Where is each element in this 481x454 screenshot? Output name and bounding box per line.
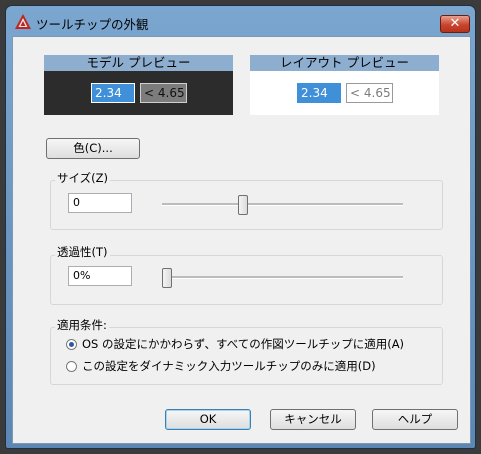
size-field[interactable]: 0 <box>68 193 132 213</box>
apply-option-dynamic-label: この設定をダイナミック入力ツールチップのみに適用(D) <box>82 359 376 373</box>
model-preview-area: 2.34 < 4.65 <box>44 71 233 115</box>
layout-preview-other: < 4.65 <box>346 83 393 103</box>
autocad-logo-icon <box>15 14 31 29</box>
dialog-title: ツールチップの外観 <box>36 17 149 32</box>
apply-group <box>50 327 443 385</box>
radio-selected-icon[interactable] <box>66 339 77 350</box>
close-button[interactable]: ✕ <box>440 15 470 33</box>
model-preview-header: モデル プレビュー <box>44 55 233 71</box>
radio-unselected-icon[interactable] <box>66 361 77 372</box>
model-preview-value: 2.34 <box>91 83 135 103</box>
apply-option-all-label: OS の設定にかかわらず、すべての作図ツールチップに適用(A) <box>82 337 405 351</box>
help-button[interactable]: ヘルプ <box>372 409 458 430</box>
model-preview-other: < 4.65 <box>140 83 187 103</box>
color-button[interactable]: 色(C)... <box>46 138 140 159</box>
layout-preview-area: 2.34 < 4.65 <box>250 71 439 115</box>
size-slider-track[interactable] <box>162 203 403 206</box>
ok-button[interactable]: OK <box>165 409 251 430</box>
size-slider-thumb[interactable] <box>238 195 248 215</box>
transparency-field[interactable]: 0% <box>68 266 132 286</box>
size-label: サイズ(Z) <box>55 170 111 186</box>
transparency-slider-track[interactable] <box>162 276 403 279</box>
close-icon: ✕ <box>449 16 461 31</box>
transparency-slider-thumb[interactable] <box>162 268 172 288</box>
dialog-body: モデル プレビュー 2.34 < 4.65 レイアウト プレビュー 2.34 <… <box>12 36 471 444</box>
transparency-label: 透過性(T) <box>55 244 110 260</box>
cancel-button[interactable]: キャンセル <box>270 409 356 430</box>
model-preview: モデル プレビュー 2.34 < 4.65 <box>44 55 233 115</box>
layout-preview-header: レイアウト プレビュー <box>250 55 439 71</box>
layout-preview-value: 2.34 <box>297 83 341 103</box>
title-bar[interactable]: ツールチップの外観 ✕ <box>6 6 475 36</box>
tooltip-appearance-dialog: ツールチップの外観 ✕ モデル プレビュー 2.34 < 4.65 レイアウト … <box>6 6 475 448</box>
layout-preview: レイアウト プレビュー 2.34 < 4.65 <box>250 55 439 115</box>
apply-label: 適用条件: <box>55 317 109 333</box>
